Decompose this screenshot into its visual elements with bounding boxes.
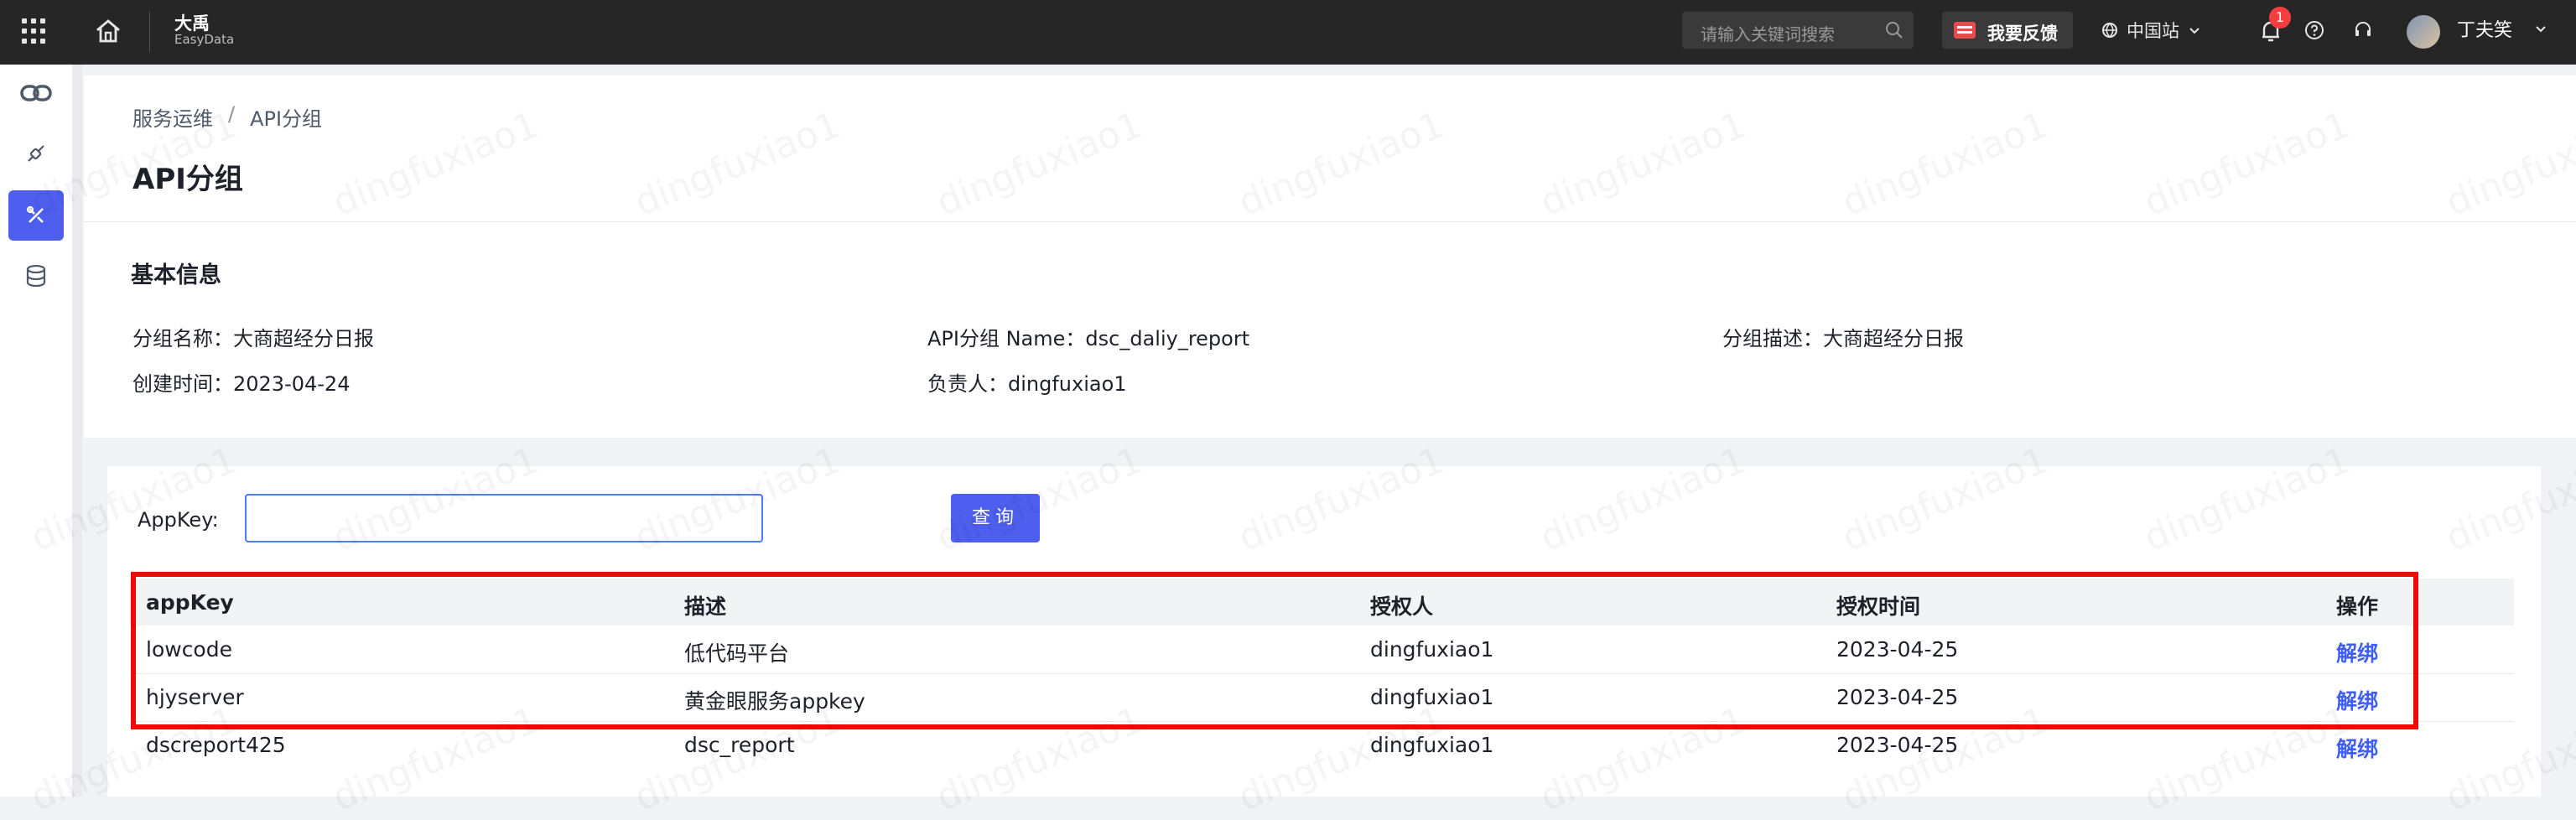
- breadcrumb-separator: /: [228, 102, 236, 126]
- help-icon[interactable]: [2304, 20, 2324, 40]
- api-group-name-field: API分组 Name：dsc_daliy_report: [927, 327, 1250, 350]
- chevron-down-icon: [2189, 28, 2199, 34]
- user-avatar[interactable]: [2407, 15, 2440, 49]
- breadcrumb-current: API分组: [250, 107, 323, 131]
- breadcrumb-parent[interactable]: 服务运维: [132, 102, 213, 132]
- sidebar-edge: [72, 65, 82, 797]
- owner-field: 负责人：dingfuxiao1: [927, 372, 1127, 396]
- sidebar-item-connection[interactable]: [8, 128, 64, 179]
- plug-icon: [28, 145, 44, 162]
- page-title: API分组: [132, 163, 243, 196]
- database-icon: [26, 264, 46, 288]
- unbind-button[interactable]: 解绑: [2336, 733, 2378, 763]
- basic-info-title: 基本信息: [131, 262, 221, 288]
- group-description-field: 分组描述：大商超经分日报: [1722, 327, 1964, 350]
- customer-service-icon[interactable]: [2353, 20, 2373, 40]
- region-selector[interactable]: 中国站: [2101, 13, 2201, 47]
- tools-icon: [26, 205, 44, 223]
- notification-badge: 1: [2269, 7, 2291, 29]
- user-name[interactable]: 丁夫笑: [2457, 15, 2512, 42]
- globe-icon: [2102, 23, 2117, 39]
- home-icon[interactable]: [92, 15, 124, 47]
- cell-appkey: dscreport425: [146, 733, 286, 757]
- cell-grantor: dingfuxiao1: [1370, 733, 1494, 757]
- topbar-divider: [149, 12, 150, 52]
- highlight-box: [131, 572, 2418, 729]
- brand-subtitle: EasyData: [174, 32, 235, 47]
- query-button[interactable]: 查询: [951, 494, 1040, 542]
- region-label: 中国站: [2127, 21, 2179, 41]
- header-divider: [84, 221, 2576, 222]
- sidebar-item-database[interactable]: [8, 251, 64, 301]
- link-icon: [20, 85, 52, 101]
- feedback-label: 我要反馈: [1987, 23, 2058, 44]
- created-time-field: 创建时间：2023-04-24: [132, 372, 351, 396]
- feedback-icon: [1954, 22, 1976, 39]
- chevron-down-icon[interactable]: [2534, 22, 2547, 35]
- search-icon[interactable]: [1885, 21, 1903, 39]
- app-grid-icon[interactable]: [22, 18, 47, 44]
- cell-grant-time: 2023-04-25: [1836, 733, 1959, 757]
- search-placeholder: 请输入关键词搜索: [1701, 24, 1835, 44]
- feedback-button[interactable]: 我要反馈: [1942, 12, 2073, 49]
- global-search-input[interactable]: 请输入关键词搜索: [1682, 12, 1914, 49]
- cell-description: dsc_report: [684, 733, 795, 757]
- api-group-detail-card: 服务运维 / API分组 API分组 基本信息 分组名称：大商超经分日报 API…: [84, 75, 2576, 438]
- appkey-input[interactable]: [245, 494, 763, 542]
- top-navigation-bar: 大禹 EasyData 请输入关键词搜索 我要反馈 中国站 1 丁夫笑: [0, 0, 2576, 65]
- sidebar-item-link[interactable]: [8, 68, 64, 118]
- appkey-label: AppKey:: [138, 508, 219, 532]
- group-name-field: 分组名称：大商超经分日报: [132, 327, 374, 350]
- sidebar-item-operations[interactable]: [8, 190, 64, 241]
- side-navigation: [0, 65, 73, 797]
- breadcrumb: 服务运维 / API分组: [132, 102, 322, 132]
